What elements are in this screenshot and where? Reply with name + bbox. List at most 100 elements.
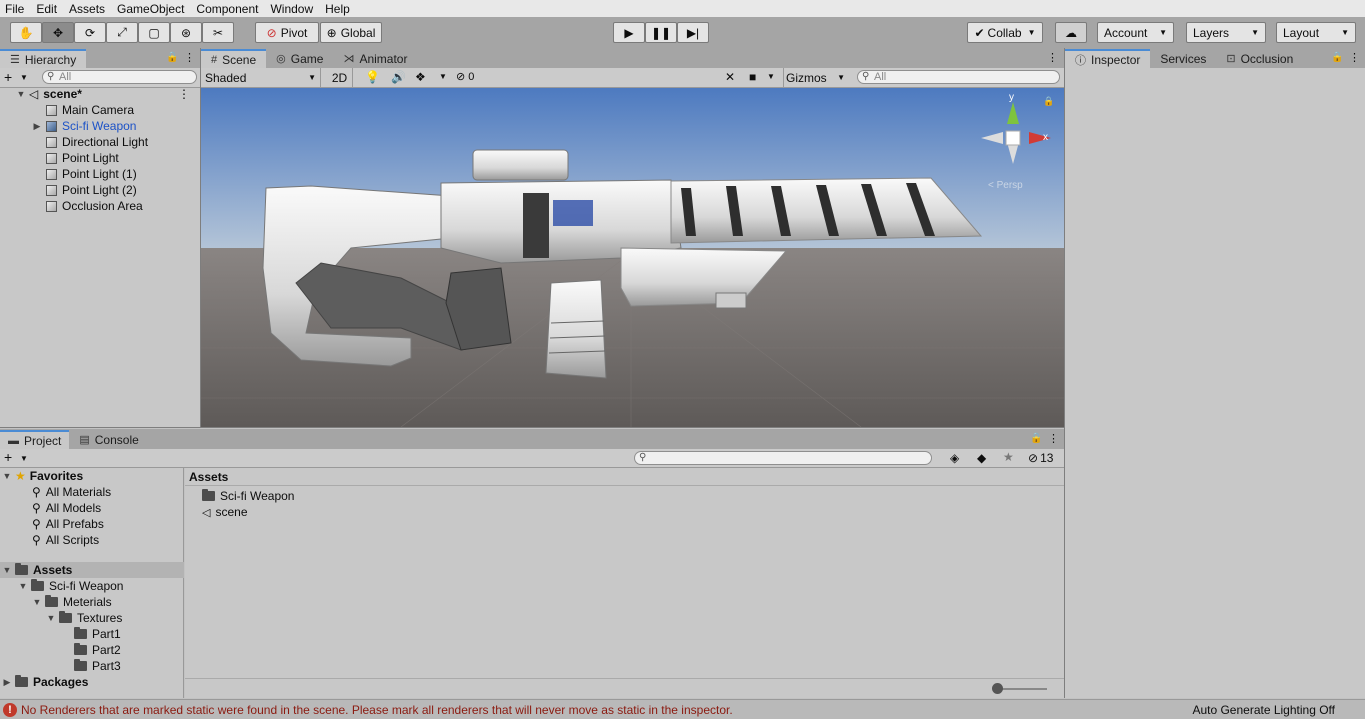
hierarchy-item[interactable]: Directional Light [46,134,148,150]
shading-dropdown[interactable]: Shaded ▼ [201,68,321,87]
collapsed-triangle-icon[interactable]: ▶ [32,121,42,132]
breadcrumb[interactable]: Assets [185,468,1064,486]
global-toggle[interactable]: ⊕ Global [320,22,382,43]
layers-dropdown[interactable]: Layers ▼ [1186,22,1266,43]
expand-triangle-icon[interactable]: ▼ [32,597,42,607]
menu-file[interactable]: File [5,2,24,16]
play-button[interactable]: ▶ [613,22,645,43]
effects-icon[interactable]: ❖ [415,70,426,84]
menu-assets[interactable]: Assets [69,2,105,16]
panel-divider[interactable] [0,427,1064,428]
tab-occlusion[interactable]: ⊡ Occlusion [1216,49,1303,68]
folder-item[interactable]: Part2 [74,642,121,658]
folder-item[interactable]: ▼ Meterials [32,594,112,610]
lock-icon[interactable]: 🔒 [166,52,178,63]
kebab-menu-icon[interactable]: ⋮ [1047,51,1058,64]
chevron-down-icon[interactable]: ▼ [20,73,28,82]
expand-triangle-icon[interactable]: ▼ [2,565,12,575]
layout-dropdown[interactable]: Layout ▼ [1276,22,1356,43]
folder-item[interactable]: Part1 [74,626,121,642]
asset-item[interactable]: ◁ scene [202,504,248,520]
add-icon[interactable]: + [4,69,12,85]
collapsed-triangle-icon[interactable]: ▶ [2,677,12,688]
hidden-objects-counter[interactable]: ⊘ 0 [456,70,474,84]
scene-viewport[interactable]: y x 🔒 < Persp [201,88,1064,427]
tab-project[interactable]: ▬ Project [0,430,70,449]
tab-services[interactable]: Services [1150,49,1216,68]
collab-dropdown[interactable]: ✔ Collab ▼ [967,22,1043,43]
scene-row[interactable]: ▼ ◁ scene* ⋮ [16,86,200,102]
expand-triangle-icon[interactable]: ▼ [46,613,56,623]
lock-icon[interactable]: 🔒 [1043,96,1054,107]
packages-header[interactable]: ▶ Packages [2,674,88,690]
project-search-input[interactable]: ⚲ [634,451,932,465]
camera-icon[interactable]: ■ [749,70,756,84]
toggle-2d-button[interactable]: 2D [327,68,353,87]
tools-icon[interactable]: ✕ [725,70,735,84]
menu-gameobject[interactable]: GameObject [117,2,184,16]
hand-tool-icon[interactable]: ✋ [10,22,42,43]
hierarchy-item[interactable]: Main Camera [46,102,134,118]
cloud-icon[interactable]: ☁ [1055,22,1087,43]
scale-tool-icon[interactable]: ⤢ [106,22,138,43]
tab-hierarchy[interactable]: ☰ Hierarchy [0,49,87,68]
chevron-down-icon[interactable]: ▼ [20,454,28,463]
pause-button[interactable]: ❚❚ [645,22,677,43]
hierarchy-search-input[interactable]: ⚲ All [42,70,197,84]
custom-tool-icon[interactable]: ✂ [202,22,234,43]
rect-tool-icon[interactable]: ▢ [138,22,170,43]
tab-scene[interactable]: # Scene [201,49,267,68]
lighting-icon[interactable]: 💡 [365,70,380,84]
filter-by-type-icon[interactable]: ◈ [950,451,959,465]
lighting-status[interactable]: Auto Generate Lighting Off [1192,703,1335,717]
orientation-gizmo[interactable]: y x 🔒 [979,92,1059,174]
perspective-label[interactable]: < Persp [988,180,1023,191]
menu-help[interactable]: Help [325,2,350,16]
menu-window[interactable]: Window [270,2,313,16]
favorite-item[interactable]: ⚲ All Scripts [32,532,99,548]
favorite-item[interactable]: ⚲ All Prefabs [32,516,104,532]
tab-animator[interactable]: ⋊ Animator [333,49,417,68]
add-icon[interactable]: + [4,449,12,465]
folder-item[interactable]: ▼ Textures [46,610,122,626]
menu-edit[interactable]: Edit [36,2,57,16]
lock-icon[interactable]: 🔒 [1030,433,1042,444]
move-tool-icon[interactable]: ✥ [42,22,74,43]
scene-search-input[interactable]: ⚲ All [857,70,1060,84]
status-message[interactable]: No Renderers that are marked static were… [21,703,733,717]
hierarchy-item[interactable]: Point Light (1) [46,166,137,182]
audio-icon[interactable]: 🔊 [391,70,406,84]
folder-item[interactable]: Part3 [74,658,121,674]
favorite-item[interactable]: ⚲ All Models [32,500,101,516]
hidden-packages-counter[interactable]: ⊘ 13 [1028,451,1053,465]
hierarchy-item[interactable]: Occlusion Area [46,198,143,214]
assets-header[interactable]: ▼ Assets [0,562,184,578]
hierarchy-item[interactable]: ▶ Sci-fi Weapon [32,118,137,134]
folder-item[interactable]: ▼ Sci-fi Weapon [18,578,123,594]
expand-triangle-icon[interactable]: ▼ [16,89,26,99]
account-dropdown[interactable]: Account ▼ [1097,22,1174,43]
lock-icon[interactable]: 🔒 [1331,52,1343,63]
rotate-tool-icon[interactable]: ⟳ [74,22,106,43]
pivot-toggle[interactable]: ⊘ Pivot [255,22,319,43]
expand-triangle-icon[interactable]: ▼ [2,471,12,481]
chevron-down-icon[interactable]: ▼ [439,72,447,81]
tab-console[interactable]: ▤ Console [69,430,148,449]
gizmos-dropdown[interactable]: Gizmos ▼ [783,68,849,87]
tab-inspector[interactable]: ⓘ Inspector [1065,49,1151,68]
star-icon[interactable]: ★ [1003,450,1014,464]
asset-item[interactable]: Sci-fi Weapon [202,488,294,504]
tab-game[interactable]: ◎ Game [266,49,333,68]
hierarchy-item[interactable]: Point Light [46,150,119,166]
chevron-down-icon[interactable]: ▼ [767,72,775,81]
favorites-header[interactable]: ▼ ★ Favorites [2,468,84,484]
step-button[interactable]: ▶| [677,22,709,43]
hierarchy-item[interactable]: Point Light (2) [46,182,137,198]
label-tag-icon[interactable]: ◆ [977,451,986,465]
kebab-menu-icon[interactable]: ⋮ [184,51,195,64]
transform-tool-icon[interactable]: ⊛ [170,22,202,43]
kebab-menu-icon[interactable]: ⋮ [178,87,190,101]
expand-triangle-icon[interactable]: ▼ [18,581,28,591]
kebab-menu-icon[interactable]: ⋮ [1349,51,1360,64]
favorite-item[interactable]: ⚲ All Materials [32,484,111,500]
